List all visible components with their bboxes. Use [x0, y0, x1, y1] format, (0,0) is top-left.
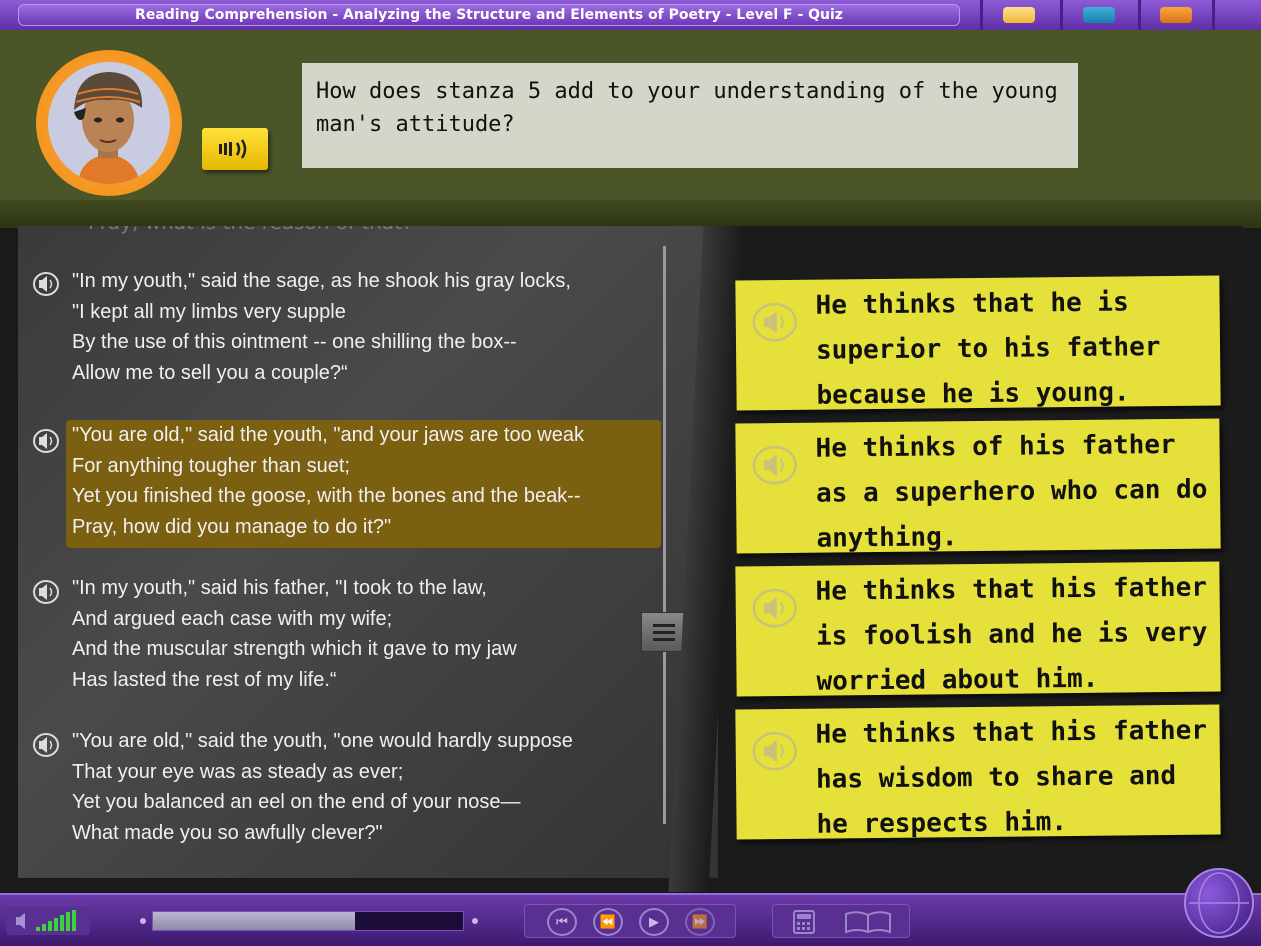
avatar: [36, 50, 182, 196]
title-divider: [980, 0, 983, 30]
tools-panel: [772, 904, 910, 938]
title-divider: [1138, 0, 1141, 30]
speaker-icon[interactable]: [752, 302, 798, 342]
answer-choice[interactable]: He thinks that he is superior to his fat…: [735, 275, 1221, 411]
speaker-icon[interactable]: [752, 731, 798, 771]
title-bar: Reading Comprehension - Analyzing the St…: [0, 0, 1261, 30]
speaker-icon: [219, 139, 247, 159]
maximize-button[interactable]: [1083, 7, 1115, 23]
close-button[interactable]: [1160, 7, 1192, 23]
rewind-button[interactable]: ⏪: [593, 908, 623, 936]
progress-fill: [153, 912, 355, 930]
poem-line: Yet you balanced an eel on the end of yo…: [72, 791, 521, 813]
poem-line: And the muscular strength which it gave …: [72, 638, 517, 660]
speaker-icon[interactable]: [752, 588, 798, 628]
answer-choice[interactable]: He thinks that his father has wisdom to …: [735, 704, 1221, 840]
play-button[interactable]: ▶: [639, 908, 669, 936]
poem-line: "You are old," said the youth, "one woul…: [72, 730, 573, 752]
speaker-icon[interactable]: [32, 428, 60, 454]
play-icon: ▶: [649, 914, 659, 930]
poem-line: "I kept all my limbs very supple: [72, 301, 346, 323]
poem-line: For anything tougher than suet;: [72, 455, 350, 477]
calculator-icon[interactable]: [791, 910, 817, 934]
forward-button[interactable]: ⏩: [685, 908, 715, 936]
scrollbar-track[interactable]: [663, 246, 666, 824]
poem-line: That your eye was as steady as ever;: [72, 761, 404, 783]
speaker-icon[interactable]: [32, 271, 60, 297]
poem-line: Allow me to sell you a couple?“: [72, 362, 348, 384]
globe-icon[interactable]: [1184, 868, 1254, 938]
poem-line: And argued each case with my wife;: [72, 608, 393, 630]
first-button[interactable]: ⏮: [547, 908, 577, 936]
book-icon[interactable]: [843, 910, 893, 934]
minimize-button[interactable]: [1003, 7, 1035, 23]
speaker-icon[interactable]: [32, 579, 60, 605]
progress-bar[interactable]: [152, 911, 464, 931]
transport-controls: ⏮ ⏪ ▶ ⏩: [524, 904, 736, 938]
forward-icon: ⏩: [691, 914, 709, 930]
speaker-icon[interactable]: [32, 732, 60, 758]
poem-line: By the use of this ointment -- one shill…: [72, 331, 517, 353]
answer-text: He thinks of his father as a superhero w…: [815, 429, 1208, 554]
poem-line: Has lasted the rest of my life.“: [72, 669, 337, 691]
progress-end-dot: [472, 918, 478, 924]
answer-text: He thinks that his father has wisdom to …: [815, 715, 1208, 840]
scrollbar-thumb[interactable]: [641, 612, 685, 652]
window-title: Reading Comprehension - Analyzing the St…: [18, 4, 960, 26]
speaker-icon[interactable]: [752, 445, 798, 485]
answer-choice[interactable]: He thinks of his father as a superhero w…: [735, 418, 1221, 554]
poem-line: "In my youth," said his father, "I took …: [72, 577, 487, 599]
title-divider: [1060, 0, 1063, 30]
volume-control[interactable]: [6, 907, 90, 935]
first-icon: ⏮: [556, 914, 568, 930]
avatar-face: [48, 62, 170, 184]
poem-line: Pray, how did you manage to do it?": [72, 516, 392, 538]
title-divider: [1212, 0, 1215, 30]
header-shadow: [0, 200, 1261, 228]
poem-line: "You are old," said the youth, "and your…: [72, 424, 584, 446]
poem-faded-line: Pray, what is the reason of that?: [88, 226, 413, 234]
poem-line: "In my youth," said the sage, as he shoo…: [72, 270, 571, 292]
rewind-icon: ⏪: [599, 914, 617, 930]
volume-icon: [16, 913, 25, 929]
player-controls: ⏮ ⏪ ▶ ⏩: [0, 893, 1261, 946]
answer-text: He thinks that he is superior to his fat…: [815, 287, 1161, 411]
question-text: How does stanza 5 add to your understand…: [302, 63, 1078, 168]
answer-text: He thinks that his father is foolish and…: [815, 572, 1208, 697]
answer-choice[interactable]: He thinks that his father is foolish and…: [735, 561, 1221, 697]
question-audio-button[interactable]: [202, 128, 268, 170]
progress-start-dot: [140, 918, 146, 924]
poem-line: What made you so awfully clever?": [72, 822, 383, 844]
poem-panel[interactable]: Pray, what is the reason of that? "In my…: [18, 226, 718, 878]
poem-line: Yet you finished the goose, with the bon…: [72, 485, 581, 507]
